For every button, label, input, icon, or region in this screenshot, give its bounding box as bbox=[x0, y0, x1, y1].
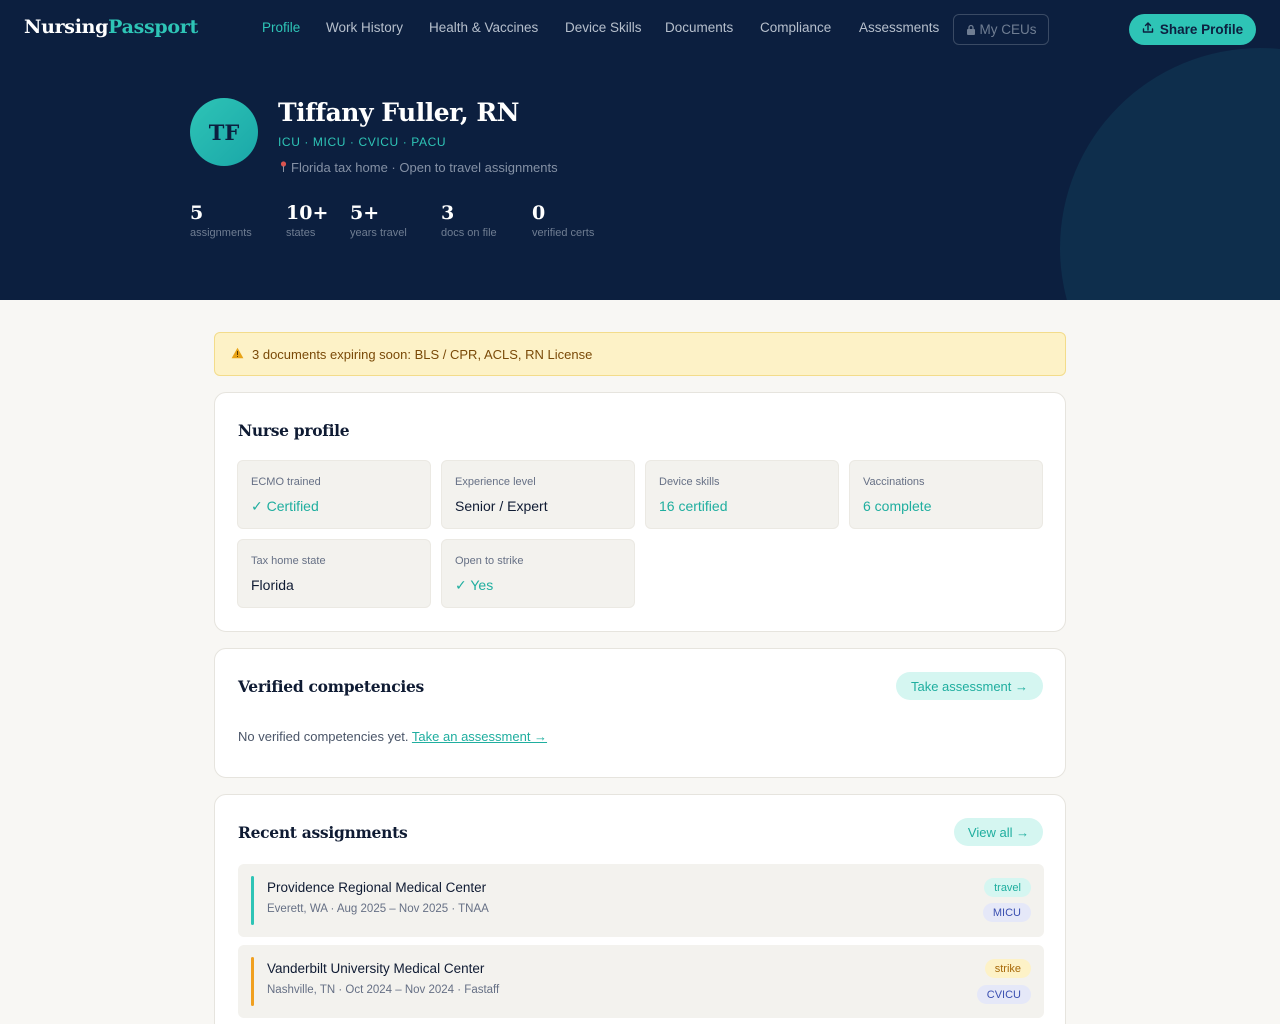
tile-label: ECMO trained bbox=[251, 476, 321, 488]
stat-value: 0 bbox=[532, 202, 546, 224]
assignment-facility: Providence Regional Medical Center bbox=[267, 880, 487, 895]
decorative-circle bbox=[1060, 48, 1280, 300]
map-pin-icon bbox=[280, 160, 287, 175]
stat-value: 5+ bbox=[350, 202, 380, 224]
empty-state-message: No verified competencies yet. bbox=[238, 729, 409, 744]
tile-vaccinations: Vaccinations 6 complete bbox=[849, 460, 1043, 529]
share-profile-button[interactable]: Share Profile bbox=[1129, 14, 1256, 45]
stat-label: states bbox=[286, 227, 316, 239]
assignment-row[interactable]: Vanderbilt University Medical Center Nas… bbox=[238, 945, 1044, 1018]
tile-experience-level: Experience level Senior / Expert bbox=[441, 460, 635, 529]
stat-label: docs on file bbox=[441, 227, 497, 239]
stat-label: years travel bbox=[350, 227, 407, 239]
assignment-type-badge: travel bbox=[984, 878, 1031, 897]
warning-icon bbox=[231, 347, 244, 362]
tile-label: Device skills bbox=[659, 476, 720, 488]
stat-assignments: 5 assignments bbox=[190, 202, 252, 239]
alert-text: 3 documents expiring soon: BLS / CPR, AC… bbox=[252, 346, 593, 362]
tile-value: Florida bbox=[251, 577, 294, 593]
location-line: Florida tax home · Open to travel assign… bbox=[280, 160, 558, 175]
stat-states: 10+ states bbox=[286, 202, 328, 239]
tile-open-to-strike: Open to strike ✓ Yes bbox=[441, 539, 635, 608]
share-icon bbox=[1142, 22, 1154, 37]
take-assessment-button[interactable]: Take assessment → bbox=[896, 672, 1043, 700]
nav-tab-assessments[interactable]: Assessments bbox=[859, 20, 939, 35]
tile-label: Open to strike bbox=[455, 555, 524, 567]
share-profile-label: Share Profile bbox=[1159, 22, 1244, 37]
assignment-facility: Vanderbilt University Medical Center bbox=[267, 961, 485, 976]
tile-label: Vaccinations bbox=[863, 476, 925, 488]
stat-value: 3 bbox=[441, 202, 455, 224]
stat-label: verified certs bbox=[532, 227, 595, 239]
stat-value: 5 bbox=[190, 202, 204, 224]
nav-tab-compliance[interactable]: Compliance bbox=[760, 20, 831, 35]
assignment-details: Everett, WA · Aug 2025 – Nov 2025 · TNAA bbox=[267, 903, 489, 915]
brand-logo-part2: Passport bbox=[108, 16, 198, 38]
stat-years-travel: 5+ years travel bbox=[350, 202, 407, 239]
stat-value: 10+ bbox=[286, 202, 329, 224]
tile-label: Experience level bbox=[455, 476, 536, 488]
assignment-unit-badge: MICU bbox=[982, 903, 1031, 922]
empty-state-text: No verified competencies yet. Take an as… bbox=[238, 729, 547, 744]
card-title: Verified competencies bbox=[238, 677, 424, 696]
assignment-row[interactable]: Providence Regional Medical Center Evere… bbox=[238, 864, 1044, 937]
stat-verified-certs: 0 verified certs bbox=[532, 202, 594, 239]
lock-icon bbox=[966, 24, 976, 35]
nav-tab-documents[interactable]: Documents bbox=[665, 20, 733, 35]
assignment-type-bar bbox=[251, 957, 254, 1006]
location-text: Florida tax home · Open to travel assign… bbox=[291, 160, 558, 175]
tile-value: Senior / Expert bbox=[455, 498, 548, 514]
assignment-details: Nashville, TN · Oct 2024 – Nov 2024 · Fa… bbox=[267, 984, 500, 996]
stat-label: assignments bbox=[190, 227, 252, 239]
tile-label: Tax home state bbox=[251, 555, 326, 567]
expiring-documents-alert: 3 documents expiring soon: BLS / CPR, AC… bbox=[214, 332, 1066, 376]
tile-value: 6 complete bbox=[863, 498, 932, 514]
nav-tab-health-vaccines[interactable]: Health & Vaccines bbox=[429, 20, 538, 35]
assignment-type-bar bbox=[251, 876, 254, 925]
tile-value: ✓ Yes bbox=[455, 577, 494, 593]
card-title: Nurse profile bbox=[238, 421, 350, 440]
specialties-list: ICU · MICU · CVICU · PACU bbox=[278, 135, 447, 149]
tile-ecmo-trained: ECMO trained ✓ Certified bbox=[237, 460, 431, 529]
assignment-unit-badge: CVICU bbox=[976, 985, 1031, 1004]
nav-tab-my-ceus-label: My CEUs bbox=[979, 22, 1037, 37]
avatar: TF bbox=[190, 98, 258, 166]
nurse-name: Tiffany Fuller, RN bbox=[278, 98, 520, 127]
nurse-profile-card: Nurse profile ECMO trained ✓ Certified E… bbox=[214, 392, 1066, 632]
nav-tab-profile[interactable]: Profile bbox=[262, 20, 300, 35]
verified-competencies-card: Verified competencies Take assessment → … bbox=[214, 648, 1066, 778]
nav-tab-my-ceus-locked[interactable]: My CEUs bbox=[953, 14, 1049, 45]
assignment-type-badge: strike bbox=[984, 959, 1031, 978]
take-an-assessment-link[interactable]: Take an assessment → bbox=[412, 729, 547, 744]
recent-assignments-card: Recent assignments View all → Providence… bbox=[214, 794, 1066, 1024]
tile-tax-home-state: Tax home state Florida bbox=[237, 539, 431, 608]
stat-docs-on-file: 3 docs on file bbox=[441, 202, 497, 239]
tile-value: 16 certified bbox=[659, 498, 728, 514]
tile-value: ✓ Certified bbox=[251, 498, 319, 514]
tile-device-skills: Device skills 16 certified bbox=[645, 460, 839, 529]
profile-header: NursingPassport Profile Work History Hea… bbox=[0, 0, 1280, 300]
view-all-assignments-button[interactable]: View all → bbox=[954, 818, 1043, 846]
nav-tab-work-history[interactable]: Work History bbox=[326, 20, 403, 35]
card-title: Recent assignments bbox=[238, 823, 408, 842]
nav-tab-device-skills[interactable]: Device Skills bbox=[565, 20, 642, 35]
top-navigation-bar: NursingPassport Profile Work History Hea… bbox=[0, 0, 1280, 60]
brand-logo[interactable]: NursingPassport bbox=[24, 16, 198, 38]
brand-logo-part1: Nursing bbox=[24, 16, 109, 38]
